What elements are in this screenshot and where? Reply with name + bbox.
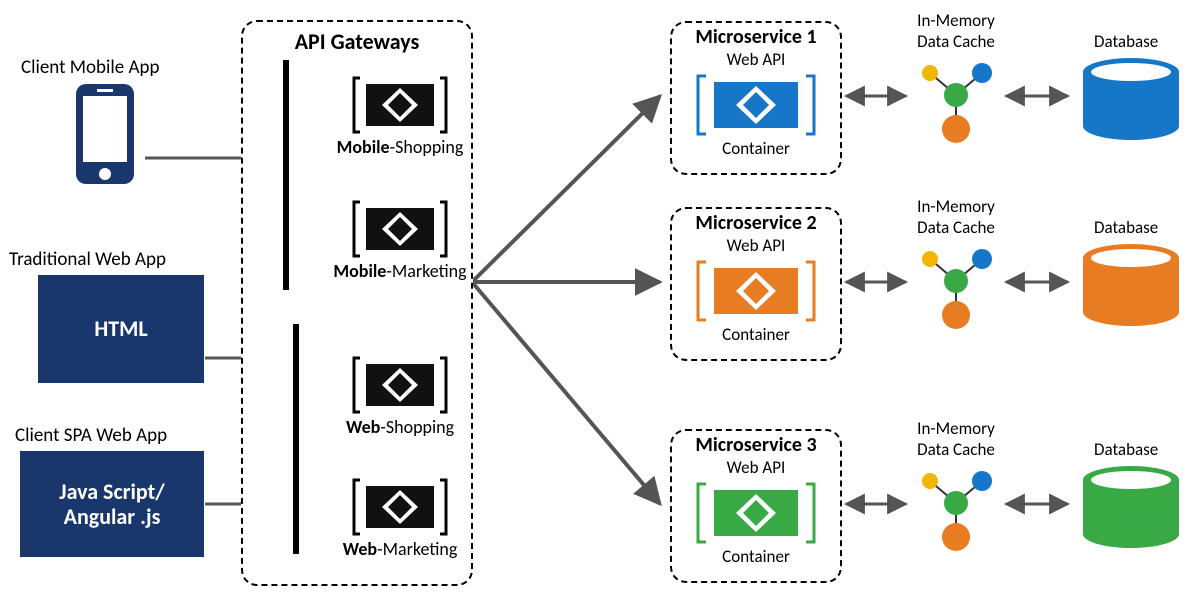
container-icon: [352, 478, 448, 536]
client-spa-label: Client SPA Web App: [15, 424, 167, 447]
microservice-3-box: Microservice 3 Web API Container: [670, 429, 842, 583]
microservice-2-box: Microservice 2 Web API Container: [670, 207, 842, 361]
html-box-text: HTML: [94, 316, 147, 341]
spa-line1: Java Script/: [59, 478, 164, 505]
cache-icon: [908, 463, 1004, 553]
ms-title: Microservice 1: [672, 25, 840, 49]
gateway-top-bar: [283, 60, 289, 290]
client-web-label: Traditional Web App: [9, 248, 166, 271]
gateway-item-web-marketing: Web-Marketing: [352, 478, 475, 560]
client-mobile-label: Client Mobile App: [21, 56, 159, 79]
ms-container: Container: [672, 546, 840, 567]
cache-label: In-MemoryData Cache: [908, 196, 1004, 238]
gateway-caption: Mobile-Shopping: [325, 136, 475, 158]
ms-api: Web API: [672, 457, 840, 478]
spa-box: Java Script/ Angular .js: [20, 451, 204, 557]
database-icon: [1076, 464, 1186, 552]
container-icon: [696, 72, 816, 138]
db-label: Database: [1094, 439, 1158, 460]
container-icon: [696, 258, 816, 324]
db-label: Database: [1094, 217, 1158, 238]
gateway-item-mobile-marketing: Mobile-Marketing: [352, 200, 480, 282]
microservice-1-box: Microservice 1 Web API Container: [670, 21, 842, 175]
database-icon: [1076, 56, 1186, 144]
ms-title: Microservice 2: [672, 211, 840, 235]
ms-container: Container: [672, 138, 840, 159]
gateway-caption: Web-Shopping: [325, 416, 475, 438]
database-icon: [1076, 242, 1186, 330]
gateway-caption: Mobile-Marketing: [320, 260, 480, 282]
container-icon: [352, 76, 448, 134]
gateway-caption: Web-Marketing: [325, 538, 475, 560]
gateway-item-mobile-shopping: Mobile-Shopping: [352, 76, 475, 158]
ms-container: Container: [672, 324, 840, 345]
api-gateways-title: API Gateways: [243, 28, 471, 55]
spa-line2: Angular .js: [64, 503, 161, 530]
ms-title: Microservice 3: [672, 433, 840, 457]
html-box: HTML: [38, 275, 204, 383]
cache-icon: [908, 55, 1004, 145]
container-icon: [696, 480, 816, 546]
container-icon: [352, 356, 448, 414]
cache-label: In-MemoryData Cache: [908, 10, 1004, 52]
ms-api: Web API: [672, 49, 840, 70]
cache-label: In-MemoryData Cache: [908, 418, 1004, 460]
ms-api: Web API: [672, 235, 840, 256]
db-label: Database: [1094, 31, 1158, 52]
gateway-item-web-shopping: Web-Shopping: [352, 356, 475, 438]
phone-icon: [70, 82, 140, 188]
cache-icon: [908, 241, 1004, 331]
gateway-bottom-bar: [293, 324, 299, 554]
container-icon: [352, 200, 448, 258]
